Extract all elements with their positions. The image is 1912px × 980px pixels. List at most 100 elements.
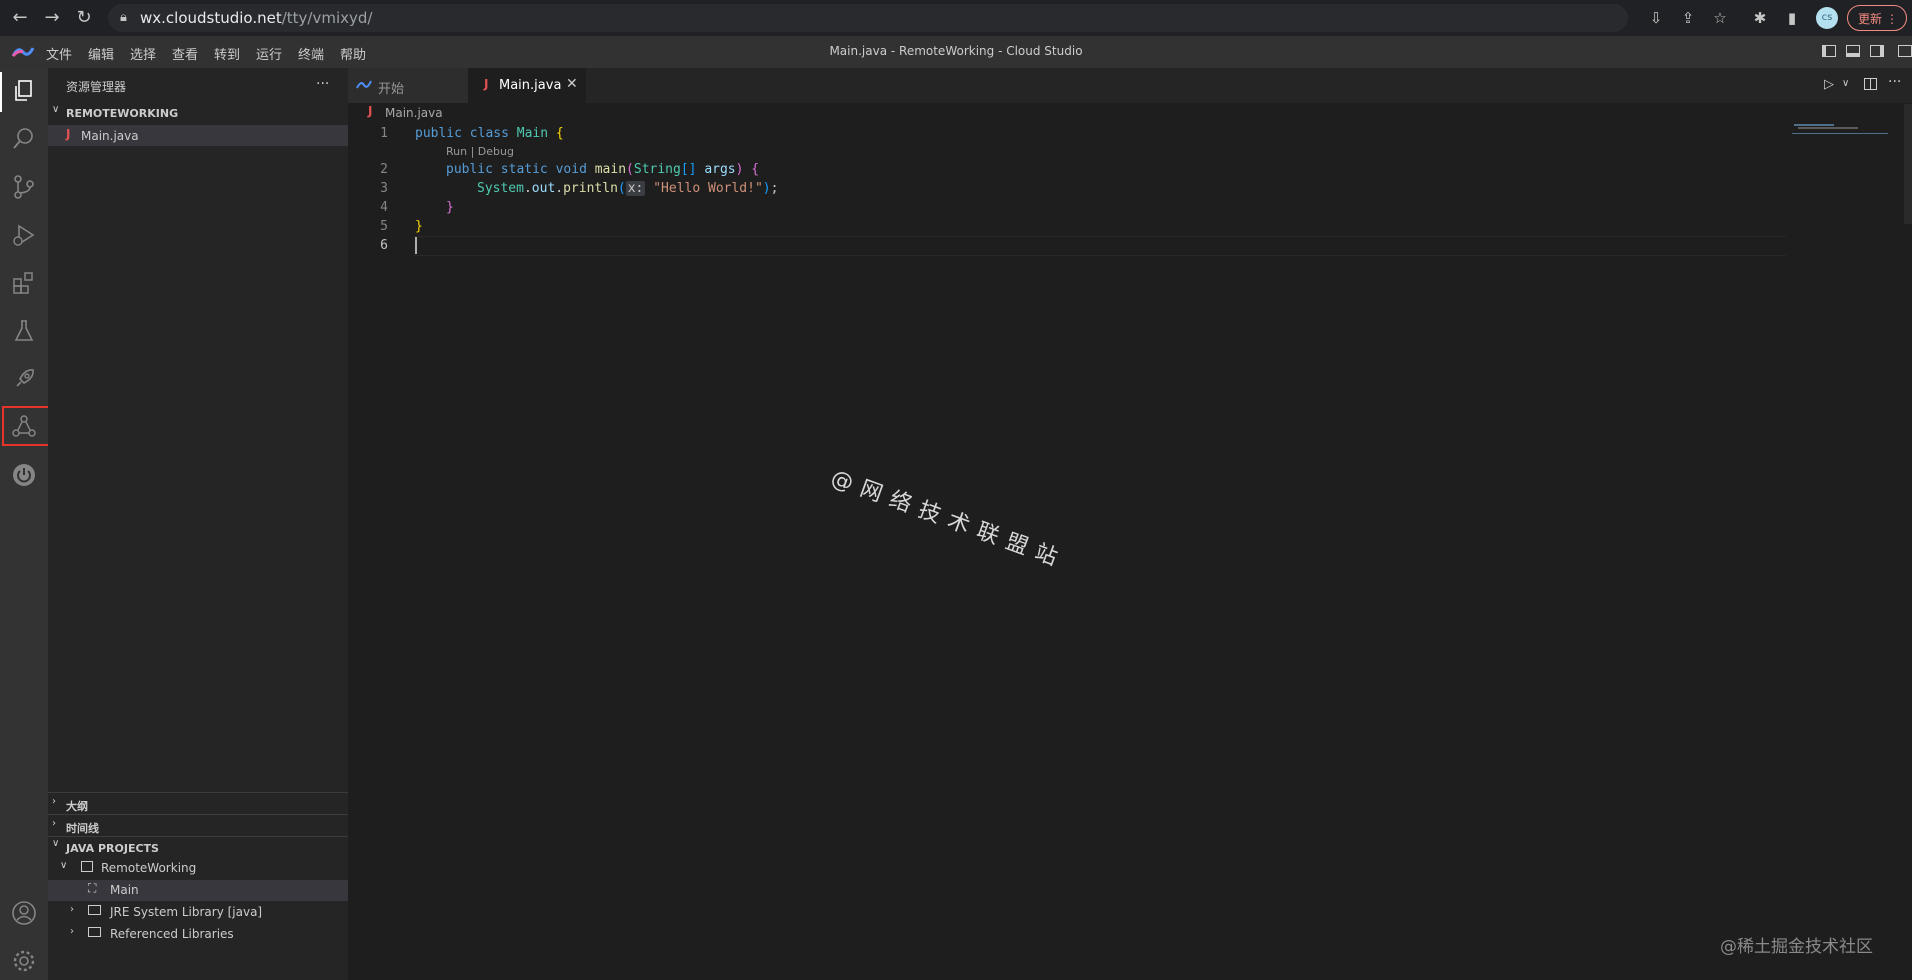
rocket-icon[interactable] xyxy=(11,366,37,392)
kebab-menu-icon: ⋮ xyxy=(1886,12,1898,26)
tree-item-referenced[interactable]: Referenced Libraries xyxy=(110,927,234,941)
text-cursor xyxy=(415,237,417,254)
line-number: 5 xyxy=(380,219,388,234)
paren: ( xyxy=(617,181,626,196)
workspace-header[interactable]: REMOTEWORKING xyxy=(66,107,178,120)
run-icon[interactable]: ▷ xyxy=(1824,77,1834,92)
array-brackets: [] xyxy=(680,162,697,177)
tab-main-label[interactable]: Main.java xyxy=(499,78,561,93)
minimap[interactable] xyxy=(1792,124,1902,134)
scrollbar[interactable] xyxy=(1904,104,1912,224)
code-line-2[interactable]: public static void main(String[] args) { xyxy=(446,162,759,177)
customize-layout-icon[interactable] xyxy=(1898,45,1912,57)
url-text[interactable]: wx.cloudstudio.net/tty/vmixyd/ xyxy=(140,9,372,27)
highlight-box xyxy=(2,406,50,446)
java-file-icon: J xyxy=(484,77,489,91)
toggle-sidebar-icon[interactable] xyxy=(1822,45,1836,57)
code-line-4[interactable]: } xyxy=(446,200,454,215)
chevron-right-icon[interactable]: › xyxy=(52,796,56,807)
toggle-secondary-sidebar-icon[interactable] xyxy=(1870,45,1884,57)
codelens-run-debug[interactable]: Run | Debug xyxy=(446,145,514,158)
brace: { xyxy=(751,162,760,177)
class-ref: System xyxy=(477,181,524,196)
tree-item-jre[interactable]: JRE System Library [java] xyxy=(110,905,262,919)
keyword: public xyxy=(446,162,493,177)
explorer-icon[interactable] xyxy=(11,78,37,104)
back-icon[interactable]: ← xyxy=(8,6,32,30)
tab-start-label[interactable]: 开始 xyxy=(378,78,404,97)
java-projects-header[interactable]: JAVA PROJECTS xyxy=(66,842,159,855)
brace: { xyxy=(555,126,564,141)
dot: . xyxy=(523,181,532,196)
run-debug-icon[interactable] xyxy=(11,222,37,248)
search-icon[interactable] xyxy=(11,126,37,152)
paren: ) xyxy=(735,162,744,177)
forward-icon[interactable]: → xyxy=(40,6,64,30)
method-name: println xyxy=(563,181,618,196)
method-name: main xyxy=(594,162,627,177)
library-icon xyxy=(88,905,101,915)
cloud-studio-logo-icon xyxy=(356,80,372,89)
reload-icon[interactable]: ↻ xyxy=(72,6,96,30)
toggle-panel-icon[interactable] xyxy=(1846,45,1860,57)
code-line-5[interactable]: } xyxy=(415,219,423,234)
java-file-icon: J xyxy=(66,127,71,141)
code-line-1[interactable]: public class Main { xyxy=(415,126,564,141)
divider xyxy=(48,792,348,793)
timeline-header[interactable]: 时间线 xyxy=(66,820,99,836)
inlay-hint: x: xyxy=(625,181,646,196)
watermark-text: @网络技术联盟站 xyxy=(827,465,1070,574)
project-name[interactable]: RemoteWorking xyxy=(101,861,196,875)
paren: ( xyxy=(626,162,634,177)
tree-item-main[interactable]: Main xyxy=(110,883,139,897)
project-icon xyxy=(81,861,93,872)
update-label: 更新 xyxy=(1858,12,1883,26)
account-icon[interactable] xyxy=(11,900,37,926)
source-control-icon[interactable] xyxy=(11,174,37,200)
outline-header[interactable]: 大纲 xyxy=(66,798,88,814)
keyword: class xyxy=(469,126,509,141)
class-name: Main xyxy=(516,126,549,141)
window-title: Main.java - RemoteWorking - Cloud Studio xyxy=(829,44,1083,58)
chevron-right-icon[interactable]: › xyxy=(70,926,74,937)
chevron-down-icon[interactable]: ∨ xyxy=(1842,78,1849,89)
chevron-down-icon[interactable]: ∨ xyxy=(52,838,59,849)
breadcrumb[interactable]: Main.java xyxy=(385,106,443,120)
active-indicator xyxy=(0,72,2,112)
library-icon xyxy=(88,927,101,937)
bookmark-star-icon[interactable]: ☆ xyxy=(1710,8,1730,28)
java-file-icon: J xyxy=(368,104,373,118)
corner-watermark: @稀土掘金技术社区 xyxy=(1720,937,1873,957)
line-number: 4 xyxy=(380,200,388,215)
close-icon[interactable]: ✕ xyxy=(566,76,578,92)
line-number: 3 xyxy=(380,181,388,196)
side-panel-icon[interactable]: ▮ xyxy=(1782,8,1802,28)
dot: . xyxy=(555,181,564,196)
keyword: public xyxy=(415,126,462,141)
chevron-down-icon[interactable]: ∨ xyxy=(52,104,59,115)
testing-flask-icon[interactable] xyxy=(11,318,37,344)
more-actions-icon[interactable]: ··· xyxy=(316,76,329,92)
update-button[interactable]: 更新 ⋮ xyxy=(1847,5,1907,31)
extensions-icon[interactable]: ✱ xyxy=(1750,8,1770,28)
class-icon: ⛶ xyxy=(88,881,97,895)
chevron-right-icon[interactable]: › xyxy=(70,904,74,915)
line-number: 2 xyxy=(380,162,388,177)
activity-bar xyxy=(0,68,48,980)
profile-avatar[interactable]: cs xyxy=(1816,7,1838,29)
string-literal: "Hello World!" xyxy=(653,181,763,196)
install-app-icon[interactable]: ⇩ xyxy=(1646,8,1666,28)
parameter: args xyxy=(704,162,736,177)
more-actions-icon[interactable]: ··· xyxy=(1888,74,1901,90)
power-icon[interactable] xyxy=(11,462,37,488)
settings-gear-icon[interactable] xyxy=(11,948,37,974)
chevron-right-icon[interactable]: › xyxy=(52,818,56,829)
explorer-title: 资源管理器 xyxy=(66,80,127,94)
code-line-3[interactable]: System.out.println(x: "Hello World!"); xyxy=(477,181,778,196)
lock-icon[interactable]: 🔒︎ xyxy=(120,10,127,25)
chevron-down-icon[interactable]: ∨ xyxy=(60,860,67,871)
split-editor-icon[interactable] xyxy=(1864,78,1877,90)
share-icon[interactable]: ⇪ xyxy=(1678,8,1698,28)
extensions-icon[interactable] xyxy=(11,270,37,296)
file-name[interactable]: Main.java xyxy=(81,129,139,143)
